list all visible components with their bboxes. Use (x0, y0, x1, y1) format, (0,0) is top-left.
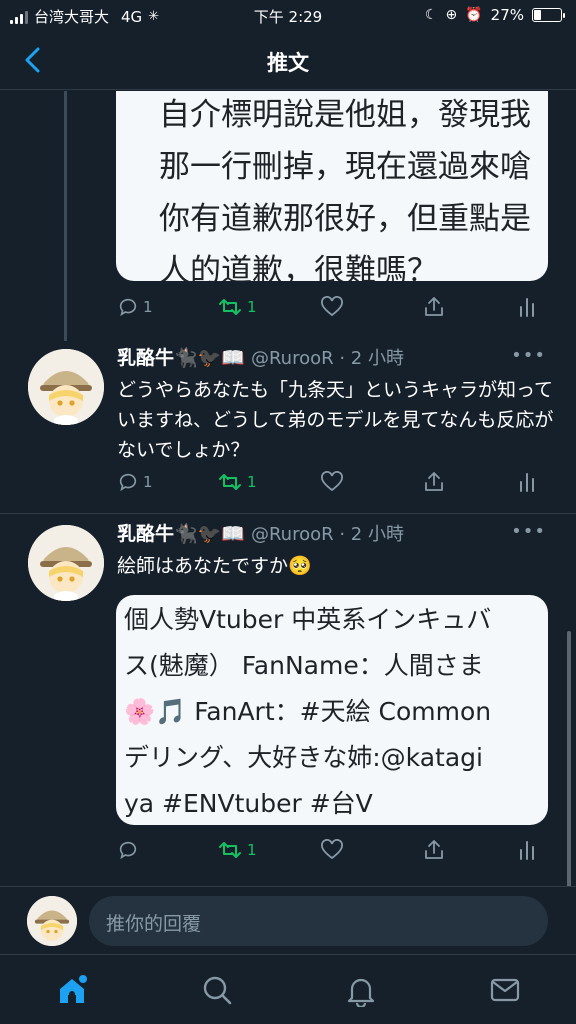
avatar-image (28, 349, 104, 425)
search-icon (203, 976, 232, 1005)
tweet-thread[interactable]: 自介標明說是他姐，發現我 那一行刪掉，現在還過來嗆 你有道歉那很好，但重點是 人… (0, 91, 576, 886)
tweet-header: 乳酪牛🐈‍⬛🐦‍⬛📖 @RurooR · 2 小時 (117, 519, 404, 546)
tab-search[interactable] (200, 973, 234, 1007)
reply-button[interactable]: 1 (117, 294, 153, 320)
reply-icon (119, 473, 137, 492)
handle-time: @RurooR · 2 小時 (250, 523, 404, 545)
moon-icon: ☾ (424, 7, 438, 23)
notifications-icon (347, 978, 375, 1009)
card-line: 自介標明說是他姐，發現我 (159, 97, 531, 133)
analytics-icon (520, 473, 534, 492)
heart-icon (321, 471, 343, 492)
messages-icon (490, 978, 520, 1002)
scrollbar[interactable] (567, 631, 571, 886)
share-button[interactable] (422, 469, 446, 495)
like-button[interactable] (320, 294, 344, 320)
more-options-icon[interactable]: ••• (511, 345, 546, 366)
share-button[interactable] (422, 294, 446, 320)
card-line: 🌸🎵 FanArt：#天絵 Common (124, 697, 492, 726)
like-button[interactable] (320, 837, 344, 863)
status-right: ☾ ⊕ ⏰ 27% (424, 6, 565, 24)
reply-input[interactable]: 推你的回覆 (89, 896, 548, 946)
reply-icon (119, 841, 137, 860)
tweet[interactable]: 乳酪牛🐈‍⬛🐦‍⬛📖 @RurooR · 2 小時 ••• 絵師はあなたですか🥺… (0, 519, 576, 879)
card-line: ya #ENVtuber #台V (124, 789, 373, 818)
status-bar: 台湾大哥大 4G ✳ 下午 2:29 ☾ ⊕ ⏰ 27% (0, 0, 576, 30)
share-icon (425, 472, 443, 491)
retweet-icon (219, 842, 241, 858)
avatar[interactable] (28, 349, 104, 425)
bio-image-card[interactable]: 個人勢Vtuber 中英系インキュバ ス(魅魔） FanName：人間さま 🌸🎵… (116, 595, 548, 825)
page-title: 推文 (267, 51, 309, 75)
nav-bar: 推文 (0, 30, 576, 90)
tab-notifications[interactable] (344, 973, 378, 1009)
retweet-icon (219, 474, 241, 490)
retweet-button[interactable]: 1 (217, 294, 257, 320)
avatar-image (28, 525, 104, 601)
tab-bar (0, 954, 576, 1024)
retweet-count: 1 (247, 841, 257, 859)
share-icon (425, 297, 443, 316)
heart-icon (321, 839, 343, 860)
share-button[interactable] (422, 837, 446, 863)
display-name[interactable]: 乳酪牛🐈‍⬛🐦‍⬛📖 (117, 519, 245, 546)
more-options-icon[interactable]: ••• (511, 521, 546, 542)
quoted-image-card[interactable]: 自介標明說是他姐，發現我 那一行刪掉，現在還過來嗆 你有道歉那很好，但重點是 人… (116, 91, 548, 281)
like-button[interactable] (320, 469, 344, 495)
alarm-icon: ⏰ (465, 7, 483, 23)
divider (0, 513, 576, 514)
card-line: デリング、大好きな姉:@katagi (124, 743, 483, 772)
thread-connector (64, 91, 67, 341)
avatar[interactable] (28, 525, 104, 601)
tweet-actions: 1 1 (117, 294, 547, 320)
reply-count: 1 (143, 473, 153, 491)
card-line: 人的道歉，很難嗎？ (159, 253, 438, 281)
retweet-icon (219, 299, 241, 315)
card-line: 你有道歉那很好，但重點是 (159, 201, 531, 237)
battery-fill (534, 10, 542, 20)
analytics-button[interactable] (517, 837, 537, 863)
reply-button[interactable]: 1 (117, 469, 153, 495)
tab-messages[interactable] (488, 973, 522, 1007)
battery-icon (532, 8, 565, 22)
card-line: 那一行刪掉，現在還過來嗆 (159, 149, 531, 185)
analytics-icon (520, 298, 534, 317)
retweet-count: 1 (247, 473, 257, 491)
tab-home[interactable] (55, 973, 89, 1007)
retweet-button[interactable]: 1 (217, 469, 257, 495)
tweet-actions: 1 1 (117, 469, 547, 495)
tweet-text: どうやらあなたも「九条天」というキャラが知っていますね、どうして弟のモデルを見て… (117, 379, 554, 461)
retweet-button[interactable]: 1 (217, 837, 257, 863)
tweet-text: 絵師はあなたですか🥺 (117, 555, 312, 577)
analytics-icon (520, 841, 534, 860)
battery-percent: 27% (490, 6, 524, 24)
tweet[interactable]: 乳酪牛🐈‍⬛🐦‍⬛📖 @RurooR · 2 小時 ••• どうやらあなたも「九… (0, 343, 576, 513)
my-avatar[interactable] (27, 896, 77, 946)
avatar-image (27, 896, 77, 946)
display-name[interactable]: 乳酪牛🐈‍⬛🐦‍⬛📖 (117, 343, 245, 370)
rotation-lock-icon: ⊕ (445, 7, 458, 23)
card-line: 個人勢Vtuber 中英系インキュバ (124, 605, 492, 634)
reply-composer: 推你的回覆 (0, 886, 576, 954)
tweet-header: 乳酪牛🐈‍⬛🐦‍⬛📖 @RurooR · 2 小時 (117, 343, 404, 370)
handle-time: @RurooR · 2 小時 (250, 347, 404, 369)
reply-button[interactable] (117, 837, 139, 863)
tweet-actions: 1 (117, 837, 547, 863)
retweet-count: 1 (247, 298, 257, 316)
card-line: ス(魅魔） FanName：人間さま (124, 651, 484, 680)
share-icon (425, 840, 443, 859)
home-icon (60, 975, 87, 1003)
heart-icon (321, 296, 343, 317)
analytics-button[interactable] (517, 294, 537, 320)
reply-count: 1 (143, 298, 153, 316)
analytics-button[interactable] (517, 469, 537, 495)
reply-icon (119, 298, 137, 317)
